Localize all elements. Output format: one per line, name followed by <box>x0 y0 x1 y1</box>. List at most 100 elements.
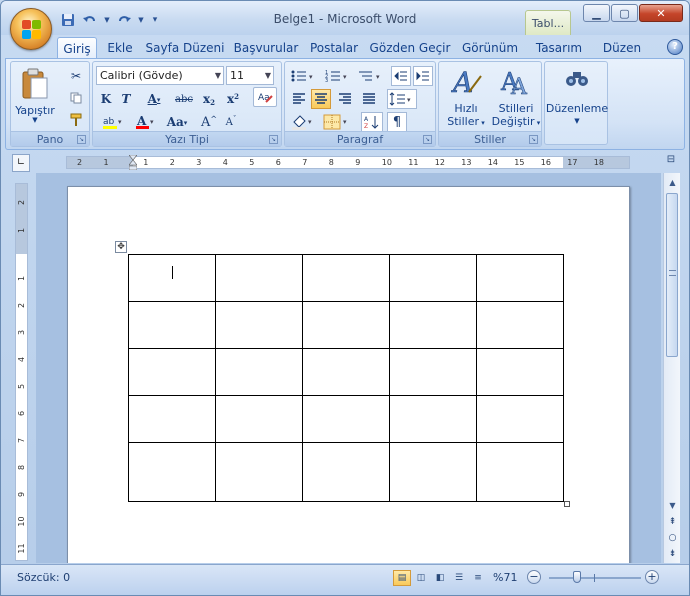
shading-icon[interactable]: ▾ <box>289 112 319 132</box>
table-cell[interactable] <box>389 301 477 349</box>
clear-formatting-icon[interactable]: Aa <box>253 87 277 107</box>
select-browse-object-icon[interactable]: ○ <box>665 531 680 546</box>
zoom-slider[interactable] <box>549 574 641 582</box>
table-tools-context-tab[interactable]: Tabl... <box>525 10 571 35</box>
paste-button[interactable]: Yapıştır ▼ <box>15 66 55 128</box>
table-cell[interactable] <box>302 254 390 302</box>
highlight-color-icon[interactable]: ab ▾ <box>97 112 129 132</box>
styles-launcher-icon[interactable]: ↘ <box>529 135 538 144</box>
change-case-icon[interactable]: Aa ▾ <box>163 112 191 132</box>
paragraph-launcher-icon[interactable]: ↘ <box>423 135 432 144</box>
font-size-combo[interactable]: 11 ▼ <box>226 66 274 85</box>
redo-dropdown-icon[interactable]: ▼ <box>137 11 145 29</box>
table-cell[interactable] <box>476 442 564 502</box>
numbering-icon[interactable]: 1 2 3 ▾ <box>323 66 355 86</box>
undo-dropdown-icon[interactable]: ▼ <box>103 11 111 29</box>
table-cell[interactable] <box>302 301 390 349</box>
scroll-down-icon[interactable]: ▼ <box>665 498 680 513</box>
customize-qat-icon[interactable]: ▾ <box>149 11 161 29</box>
close-icon[interactable]: ✕ <box>639 4 683 22</box>
shrink-font-icon[interactable]: Aˇ <box>221 112 241 132</box>
line-spacing-icon[interactable]: ▾ <box>387 89 417 109</box>
zoom-slider-thumb[interactable] <box>572 571 581 583</box>
next-page-icon[interactable]: ⇟ <box>665 547 680 562</box>
web-layout-icon[interactable]: ◧ <box>431 570 449 586</box>
table-cell[interactable] <box>215 348 303 396</box>
table-resize-handle[interactable] <box>564 501 570 507</box>
quick-styles-button[interactable]: A Hızlı Stiller ▾ <box>443 64 489 130</box>
horizontal-ruler[interactable]: 2 1 1 2 3 4 5 6 7 8 9 10 11 12 13 14 15 16 17 18 <box>66 154 630 171</box>
table-cell[interactable] <box>215 442 303 502</box>
office-button[interactable] <box>10 8 52 50</box>
table-cell[interactable] <box>128 348 216 396</box>
tab-gorunum[interactable]: Görünüm <box>459 37 521 59</box>
table-cell[interactable] <box>302 395 390 443</box>
tab-basvurular[interactable]: Başvurular <box>233 37 299 59</box>
save-icon[interactable] <box>59 11 77 29</box>
decrease-indent-icon[interactable] <box>391 66 411 86</box>
font-launcher-icon[interactable]: ↘ <box>269 135 278 144</box>
view-ruler-icon[interactable]: ⊟ <box>663 154 679 170</box>
underline-icon[interactable]: A ▾ <box>141 89 167 109</box>
clipboard-launcher-icon[interactable]: ↘ <box>77 135 86 144</box>
bullets-icon[interactable]: ▾ <box>289 66 321 86</box>
outline-icon[interactable]: ☰ <box>450 570 468 586</box>
increase-indent-icon[interactable] <box>413 66 433 86</box>
table-cell[interactable] <box>476 348 564 396</box>
vertical-ruler[interactable]: 2 1 1 2 3 4 5 6 7 8 9 10 11 <box>15 183 28 561</box>
minimize-icon[interactable]: ▁ <box>583 4 610 22</box>
draft-icon[interactable]: ≡ <box>469 570 487 586</box>
borders-icon[interactable]: ▾ <box>321 112 353 132</box>
cut-icon[interactable]: ✂ <box>67 66 85 86</box>
tab-postalar[interactable]: Postalar <box>307 37 361 59</box>
format-painter-icon[interactable] <box>67 110 85 130</box>
zoom-out-icon[interactable]: − <box>527 570 541 584</box>
tab-duzen[interactable]: Düzen <box>599 37 645 59</box>
table-cell[interactable] <box>476 395 564 443</box>
table-cell[interactable] <box>128 442 216 502</box>
italic-icon[interactable]: T <box>117 89 135 109</box>
strikethrough-icon[interactable]: abc <box>171 89 197 109</box>
table-cell[interactable] <box>215 301 303 349</box>
tab-giris[interactable]: Giriş <box>57 37 97 59</box>
table-cell[interactable] <box>389 348 477 396</box>
tab-ekle[interactable]: Ekle <box>103 37 137 59</box>
document-table[interactable] <box>128 254 564 502</box>
zoom-level[interactable]: %71 <box>493 571 517 584</box>
tab-sayfa-duzeni[interactable]: Sayfa Düzeni <box>145 37 225 59</box>
justify-icon[interactable] <box>359 89 379 109</box>
show-formatting-marks-icon[interactable]: ¶ <box>387 112 407 132</box>
table-cell[interactable] <box>389 395 477 443</box>
indent-marker-icon[interactable] <box>128 154 138 171</box>
font-color-icon[interactable]: A ▾ <box>133 112 159 132</box>
subscript-icon[interactable]: x2 <box>199 89 219 109</box>
undo-icon[interactable] <box>81 11 99 29</box>
zoom-in-icon[interactable]: + <box>645 570 659 584</box>
align-right-icon[interactable] <box>335 89 355 109</box>
table-cell[interactable] <box>215 254 303 302</box>
copy-icon[interactable] <box>67 88 85 108</box>
scroll-thumb[interactable] <box>666 193 678 357</box>
table-cell[interactable] <box>128 395 216 443</box>
full-screen-reading-icon[interactable]: ◫ <box>412 570 430 586</box>
previous-page-icon[interactable]: ⇞ <box>665 515 680 530</box>
tab-tasarim[interactable]: Tasarım <box>531 37 587 59</box>
table-cell[interactable] <box>302 442 390 502</box>
help-icon[interactable]: ? <box>667 39 683 55</box>
bold-icon[interactable]: K <box>97 89 115 109</box>
word-count[interactable]: Sözcük: 0 <box>17 571 70 584</box>
print-layout-icon[interactable]: ▤ <box>393 570 411 586</box>
sort-icon[interactable]: AZ <box>361 112 383 132</box>
superscript-icon[interactable]: x2 <box>223 89 243 109</box>
table-cell[interactable] <box>476 301 564 349</box>
table-cell[interactable] <box>389 254 477 302</box>
vertical-scrollbar[interactable]: ▲ ▼ ⇞ ○ ⇟ <box>663 173 680 563</box>
table-cell[interactable] <box>389 442 477 502</box>
align-left-icon[interactable] <box>289 89 309 109</box>
multilevel-list-icon[interactable]: ▾ <box>357 66 387 86</box>
table-cell[interactable] <box>476 254 564 302</box>
table-cell[interactable] <box>215 395 303 443</box>
align-center-icon[interactable] <box>311 89 331 109</box>
change-styles-button[interactable]: A A Stilleri Değiştir ▾ <box>491 64 541 130</box>
group-editing[interactable]: Düzenleme ▼ <box>544 61 608 145</box>
